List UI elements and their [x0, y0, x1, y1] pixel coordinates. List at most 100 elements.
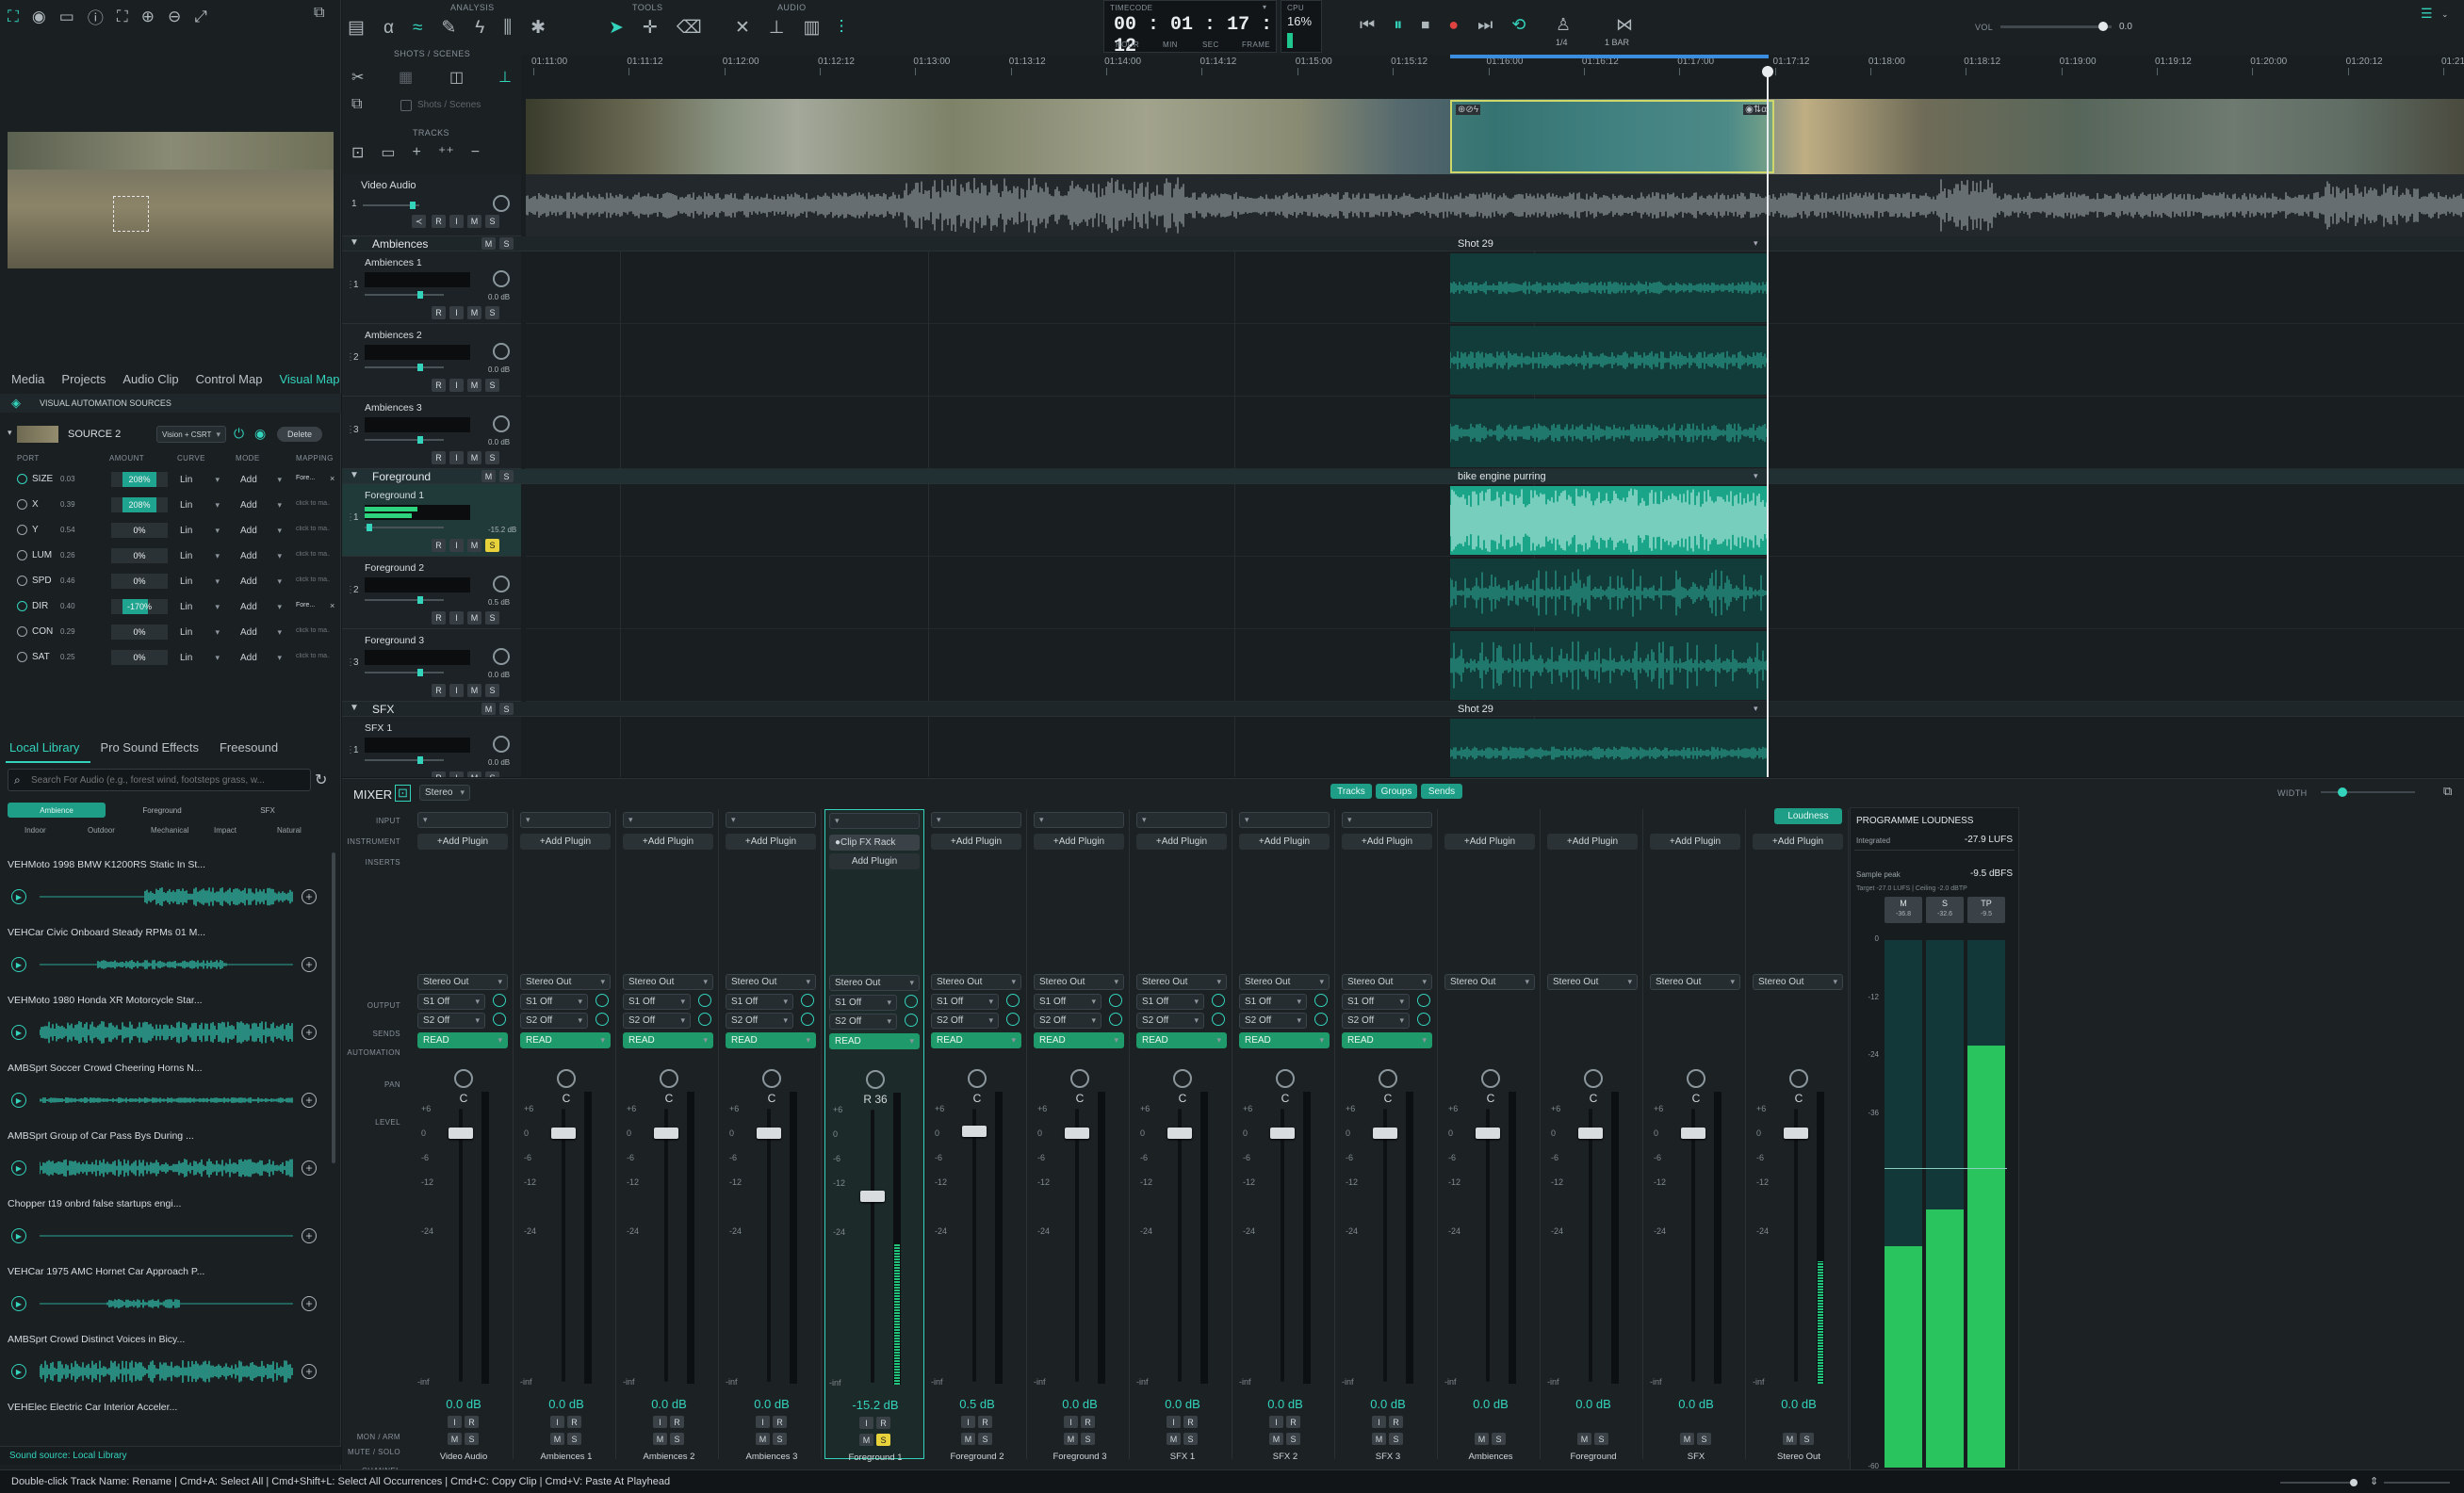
solo-button[interactable]: S [1183, 1433, 1198, 1445]
track-volume-slider[interactable] [365, 756, 444, 764]
send-1-knob[interactable] [596, 994, 609, 1007]
visibility-icon[interactable]: ◉ [254, 426, 266, 442]
arm-button[interactable]: R [1286, 1416, 1300, 1428]
pan-knob[interactable] [557, 1069, 576, 1088]
output-select[interactable]: Stereo Out [1444, 974, 1535, 990]
monitor-button[interactable]: I [550, 1416, 564, 1428]
add-to-project-icon[interactable]: + [302, 1025, 317, 1040]
curve-select[interactable]: Lin [175, 523, 224, 538]
wave-icon[interactable]: ≈ [413, 17, 422, 39]
arm-button[interactable]: R [1183, 1416, 1198, 1428]
pan-knob[interactable] [762, 1069, 781, 1088]
grid-icon[interactable]: ▦ [399, 68, 413, 87]
send-1-select[interactable]: S1 Off [1342, 994, 1410, 1010]
input-select[interactable] [829, 813, 920, 829]
mute-button[interactable]: M [467, 611, 481, 625]
output-select[interactable]: Stereo Out [1239, 974, 1330, 990]
port-radio[interactable] [17, 525, 27, 535]
add-plugin-button[interactable]: + Add Plugin [726, 834, 816, 850]
mode-select[interactable]: Add [236, 574, 286, 589]
add-plugin-button[interactable]: + Add Plugin [1342, 834, 1432, 850]
channel-name[interactable]: Ambiences 1 [516, 1452, 616, 1462]
library-item[interactable]: VEHElec Electric Car Interior Acceler...… [8, 1402, 333, 1424]
pan-knob[interactable] [493, 195, 510, 212]
track-height-slider[interactable] [2384, 1482, 2450, 1484]
pan-knob[interactable] [493, 495, 510, 512]
send-1-select[interactable]: S1 Off [1034, 994, 1101, 1010]
automation-mode-select[interactable]: READ [1136, 1032, 1227, 1048]
fader-cap[interactable] [1476, 1128, 1500, 1139]
send-1-knob[interactable] [1314, 994, 1328, 1007]
alpha-icon[interactable]: α [383, 17, 394, 39]
send-2-select[interactable]: S2 Off [931, 1013, 999, 1029]
port-radio[interactable] [17, 474, 27, 484]
play-icon[interactable]: ▶ [11, 1025, 26, 1040]
scissors-icon[interactable]: ✂ [351, 68, 364, 87]
group-header-sfx[interactable]: ▼ SFX M S Shot 29 ▾ [342, 702, 2464, 717]
pan-knob[interactable] [493, 648, 510, 665]
track-name[interactable]: Ambiences 3 [365, 402, 422, 414]
input-monitor-button[interactable]: I [449, 379, 464, 392]
add-plugin-button[interactable]: + Add Plugin [417, 834, 508, 850]
group-name[interactable]: Ambiences [372, 237, 428, 251]
track-volume-slider[interactable] [365, 436, 444, 444]
send-2-select[interactable]: S2 Off [520, 1013, 588, 1029]
send-2-knob[interactable] [801, 1013, 814, 1026]
add-plugin-button[interactable]: + Add Plugin [1547, 834, 1638, 850]
zoom-height-icon[interactable]: ⇕ [2370, 1475, 2378, 1487]
input-monitor-button[interactable]: I [449, 611, 464, 625]
solo-button[interactable]: S [485, 379, 499, 392]
output-select[interactable]: Stereo Out [1342, 974, 1432, 990]
add-to-project-icon[interactable]: + [302, 1160, 317, 1176]
solo-button[interactable]: S [485, 306, 499, 319]
mode-select[interactable]: Add [236, 650, 286, 665]
mute-button[interactable]: M [467, 379, 481, 392]
channel-name[interactable]: Stereo Out [1749, 1452, 1849, 1462]
fader-cap[interactable] [860, 1190, 885, 1202]
info-icon[interactable]: ⓘ [88, 5, 104, 28]
volume-fader[interactable] [1065, 1109, 1089, 1382]
solo-button[interactable]: S [485, 611, 499, 625]
mute-button[interactable]: M [653, 1433, 667, 1445]
send-2-knob[interactable] [1109, 1013, 1122, 1026]
amount-slider[interactable]: 0% [111, 574, 168, 589]
amount-slider[interactable]: 208% [111, 472, 168, 487]
input-monitor-button[interactable]: I [449, 684, 464, 697]
track-volume-slider[interactable] [365, 524, 444, 531]
solo-button[interactable]: S [1081, 1433, 1095, 1445]
solo-button[interactable]: S [485, 684, 499, 697]
record-arm-button[interactable]: R [432, 379, 446, 392]
shot-tools-icon[interactable]: ⊕⊘ϟ [1456, 105, 1481, 115]
automation-mode-select[interactable]: READ [726, 1032, 816, 1048]
audio-clip[interactable] [1449, 631, 1769, 700]
add-multi-icon[interactable]: ⁺⁺ [438, 143, 454, 162]
tab-media[interactable]: Media [11, 372, 44, 386]
volume-fader[interactable] [654, 1109, 678, 1382]
send-2-select[interactable]: S2 Off [417, 1013, 485, 1029]
category-sfx[interactable]: SFX [219, 803, 317, 818]
mapping-target[interactable]: Fore... [296, 475, 330, 481]
waveform-toggle[interactable]: ≺ [412, 215, 426, 228]
tab-control-map[interactable]: Control Map [196, 372, 263, 386]
fader-cap[interactable] [654, 1128, 678, 1139]
solo-button[interactable]: S [485, 451, 499, 464]
channel-name[interactable]: SFX 3 [1338, 1452, 1438, 1462]
subcategory-outdoor[interactable]: Outdoor [88, 826, 115, 835]
volume-fader[interactable] [860, 1110, 885, 1383]
mute-button[interactable]: M [1269, 1433, 1283, 1445]
add-plugin-button[interactable]: + Add Plugin [1650, 834, 1740, 850]
track-name[interactable]: Foreground 1 [365, 490, 424, 501]
record-arm-button[interactable]: R [432, 539, 446, 552]
curve-select[interactable]: Lin [175, 650, 224, 665]
play-icon[interactable]: ▶ [11, 889, 26, 904]
solo-button[interactable]: S [1286, 1433, 1300, 1445]
zoom-in-icon[interactable]: ⊕ [141, 5, 155, 28]
mute-button[interactable]: M [467, 215, 481, 228]
amount-slider[interactable]: 0% [111, 523, 168, 538]
pan-knob[interactable] [866, 1070, 885, 1089]
pan-knob[interactable] [493, 736, 510, 753]
fader-cap[interactable] [1167, 1128, 1192, 1139]
fader-cap[interactable] [551, 1128, 576, 1139]
channel-name[interactable]: Foreground 2 [927, 1452, 1027, 1462]
send-2-select[interactable]: S2 Off [1136, 1013, 1204, 1029]
